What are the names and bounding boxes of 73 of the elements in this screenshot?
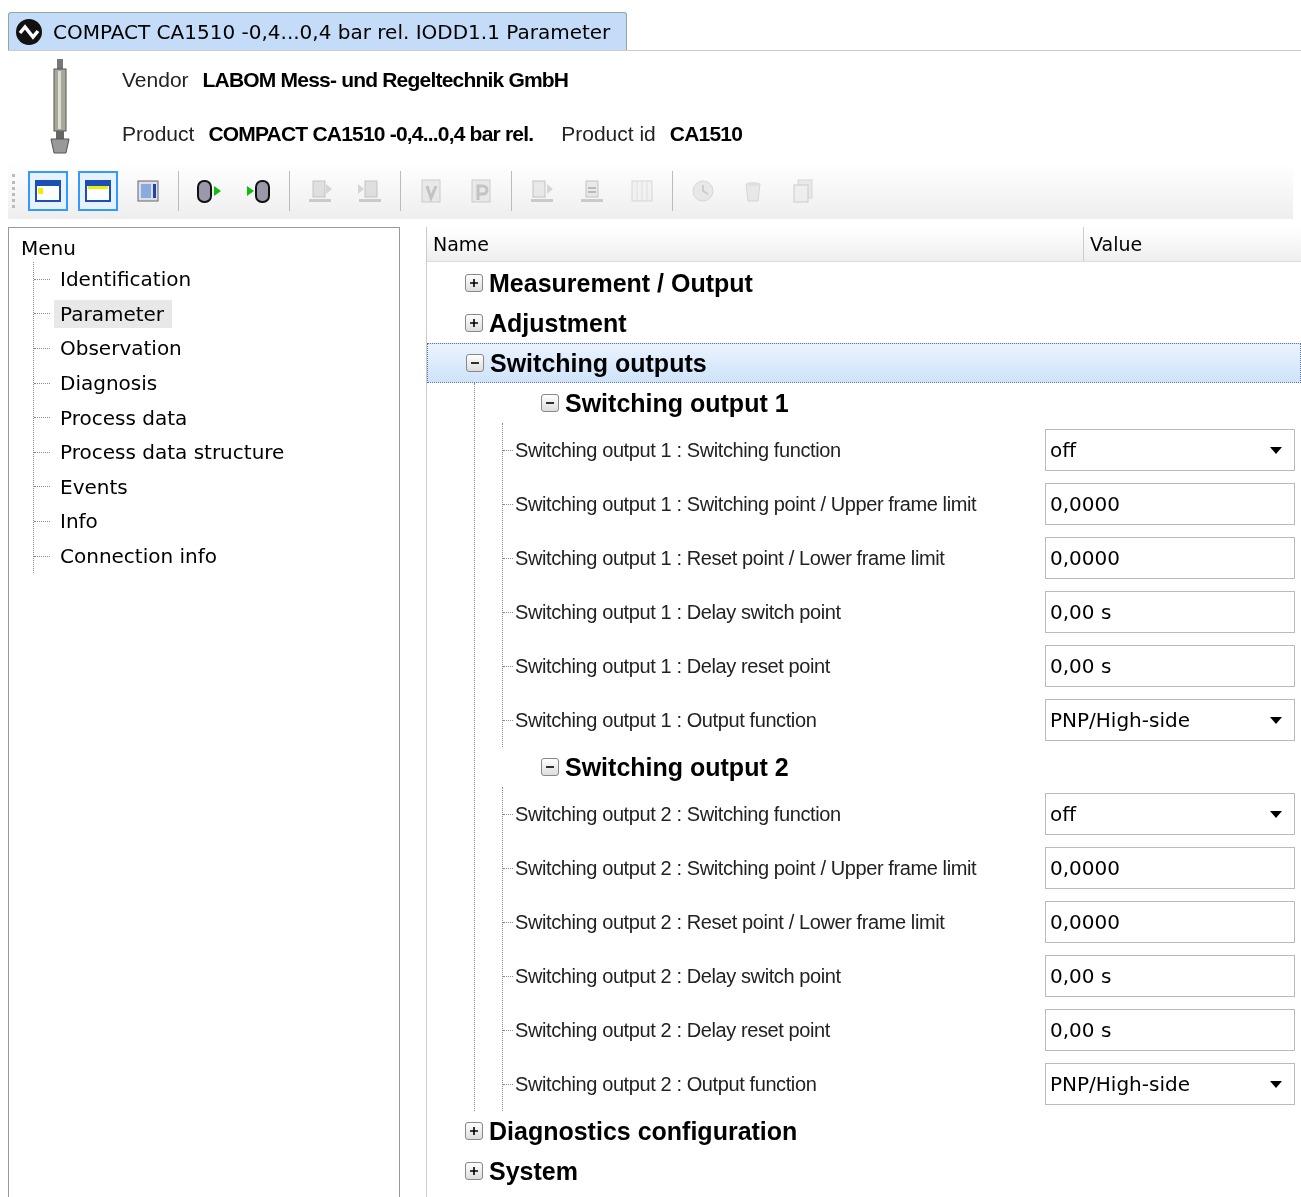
tree-row[interactable]: Switching output 1	[475, 383, 1301, 423]
parameter-label: Switching output 1 : Switching function	[515, 438, 841, 462]
input-field[interactable]: 0,0000	[1045, 537, 1295, 579]
window-icon[interactable]	[78, 171, 118, 211]
tree-row[interactable]: System	[427, 1151, 1301, 1191]
tree-row[interactable]: Measurement / Output	[427, 263, 1301, 303]
group-label[interactable]: Diagnostics configuration	[489, 1116, 798, 1146]
input-field[interactable]: 0,00 s	[1045, 645, 1295, 687]
input-field[interactable]: 0,00 s	[1045, 591, 1295, 633]
expand-icon[interactable]	[465, 1122, 483, 1140]
vendor-name: LABOM Mess- und Regeltechnik GmbH	[202, 68, 569, 92]
product-name: COMPACT CA1510 -0,4...0,4 bar rel.	[208, 122, 534, 146]
document-tab[interactable]: COMPACT CA1510 -0,4...0,4 bar rel. IODD1.1 Parameter	[8, 12, 628, 50]
window-icon[interactable]	[28, 171, 68, 211]
input-field[interactable]: 0,0000	[1045, 847, 1295, 889]
expand-icon[interactable]	[465, 1162, 483, 1180]
dropdown[interactable]: off	[1045, 429, 1295, 471]
collapse-icon[interactable]	[541, 394, 559, 412]
collapse-icon[interactable]	[466, 354, 484, 372]
parameter-label: Switching output 1 : Delay reset point	[515, 654, 830, 678]
logo-icon	[15, 17, 43, 46]
menu-item[interactable]: Info	[54, 507, 106, 536]
caret-icon	[1270, 810, 1282, 818]
group-label[interactable]: Measurement / Output	[489, 268, 753, 298]
collapse-icon[interactable]	[541, 758, 559, 776]
menu-item[interactable]: Observation	[54, 334, 190, 363]
caret-icon	[1270, 716, 1282, 724]
menu-item[interactable]: Process data	[54, 403, 196, 432]
dropdown[interactable]: PNP/High-side	[1045, 1063, 1295, 1105]
menu-item[interactable]: Diagnosis	[54, 369, 166, 398]
column-header[interactable]: Name	[427, 227, 1084, 261]
input-field[interactable]: 0,00 s	[1045, 955, 1295, 997]
field-label: Product id	[561, 122, 656, 146]
parameter-label: Switching output 2 : Switching function	[515, 802, 841, 826]
group-label[interactable]: System	[489, 1156, 578, 1186]
menu-item[interactable]: Events	[54, 472, 136, 501]
input-field[interactable]: 0,0000	[1045, 483, 1295, 525]
product-id: CA1510	[669, 122, 743, 146]
caret-icon	[1270, 446, 1282, 454]
tree-row[interactable]: Adjustment	[427, 303, 1301, 343]
input-field[interactable]: 0,0000	[1045, 901, 1295, 943]
group-label[interactable]: Switching output 1	[565, 388, 789, 418]
parameter-label: Switching output 2 : Delay reset point	[515, 1018, 830, 1042]
sensor-icon	[48, 59, 72, 155]
column-header[interactable]: Value	[1084, 227, 1301, 261]
menu-title: Menu	[21, 236, 77, 260]
menu-item[interactable]: Connection info	[54, 542, 226, 571]
tree-row[interactable]: Diagnostics configuration	[427, 1111, 1301, 1151]
input-field[interactable]: 0,00 s	[1045, 1009, 1295, 1051]
group-label[interactable]: Adjustment	[489, 308, 627, 338]
toolbar-grip[interactable]	[12, 174, 18, 208]
expand-icon[interactable]	[465, 274, 483, 292]
parameter-label: Switching output 2 : Reset point / Lower frame limit	[515, 910, 945, 934]
field-label: Product	[122, 122, 195, 146]
parameter-label: Switching output 1 : Reset point / Lower frame limit	[515, 546, 945, 570]
dropdown[interactable]: off	[1045, 793, 1295, 835]
parameter-label: Switching output 1 : Switching point / Upper frame limit	[515, 492, 977, 516]
menu-item[interactable]: Identification	[54, 265, 200, 294]
tree-row[interactable]: Switching outputs	[427, 343, 1301, 383]
tree-row[interactable]: Switching output 2	[475, 747, 1301, 787]
parameter-label: Switching output 1 : Output function	[515, 708, 817, 732]
menu-item[interactable]: Parameter	[54, 299, 173, 328]
group-label[interactable]: Switching outputs	[490, 348, 707, 378]
caret-icon	[1270, 1080, 1282, 1088]
group-label[interactable]: Switching output 2	[565, 752, 789, 782]
field-label: Vendor	[122, 68, 189, 92]
dropdown[interactable]: PNP/High-side	[1045, 699, 1295, 741]
parameter-label: Switching output 2 : Delay switch point	[515, 964, 841, 988]
parameter-label: Switching output 2 : Switching point / Upper frame limit	[515, 856, 977, 880]
expand-icon[interactable]	[465, 314, 483, 332]
menu-item[interactable]: Process data structure	[54, 438, 293, 467]
parameter-label: Switching output 1 : Delay switch point	[515, 600, 841, 624]
parameter-label: Switching output 2 : Output function	[515, 1072, 817, 1096]
